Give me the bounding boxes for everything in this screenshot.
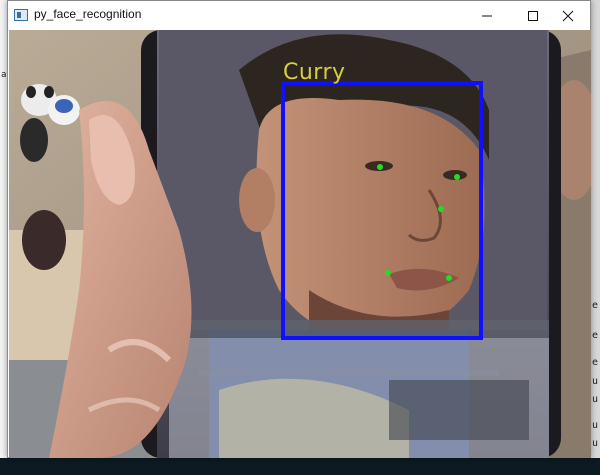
background-text: u — [592, 420, 599, 431]
video-frame: Curry — [9, 30, 591, 458]
face-landmark-point — [385, 270, 391, 276]
background-text: u — [592, 394, 599, 405]
background-text: e — [592, 330, 599, 341]
face-landmark-point — [438, 206, 444, 212]
background-text: u — [592, 376, 599, 387]
background-text: e — [592, 357, 599, 368]
app-window: py_face_recognition Curry — [7, 0, 591, 458]
close-button[interactable] — [545, 1, 591, 30]
title-bar[interactable]: py_face_recognition — [8, 1, 590, 30]
background-text: u — [592, 438, 599, 449]
app-window-icon[interactable] — [14, 9, 28, 21]
close-icon — [562, 10, 574, 21]
minimize-icon — [482, 15, 492, 16]
camera-frame-image — [9, 30, 591, 458]
background-window-right-edge: e e e u u u u — [591, 0, 600, 475]
background-text: e — [592, 300, 599, 311]
window-title: py_face_recognition — [34, 7, 142, 21]
face-landmark-point — [446, 275, 452, 281]
maximize-icon — [528, 10, 538, 21]
background-terminal-strip — [0, 458, 600, 475]
face-landmark-point — [377, 164, 383, 170]
detection-label: Curry — [283, 60, 346, 85]
minimize-button[interactable] — [464, 1, 510, 30]
face-landmark-point — [454, 174, 460, 180]
background-text: a — [1, 70, 7, 80]
